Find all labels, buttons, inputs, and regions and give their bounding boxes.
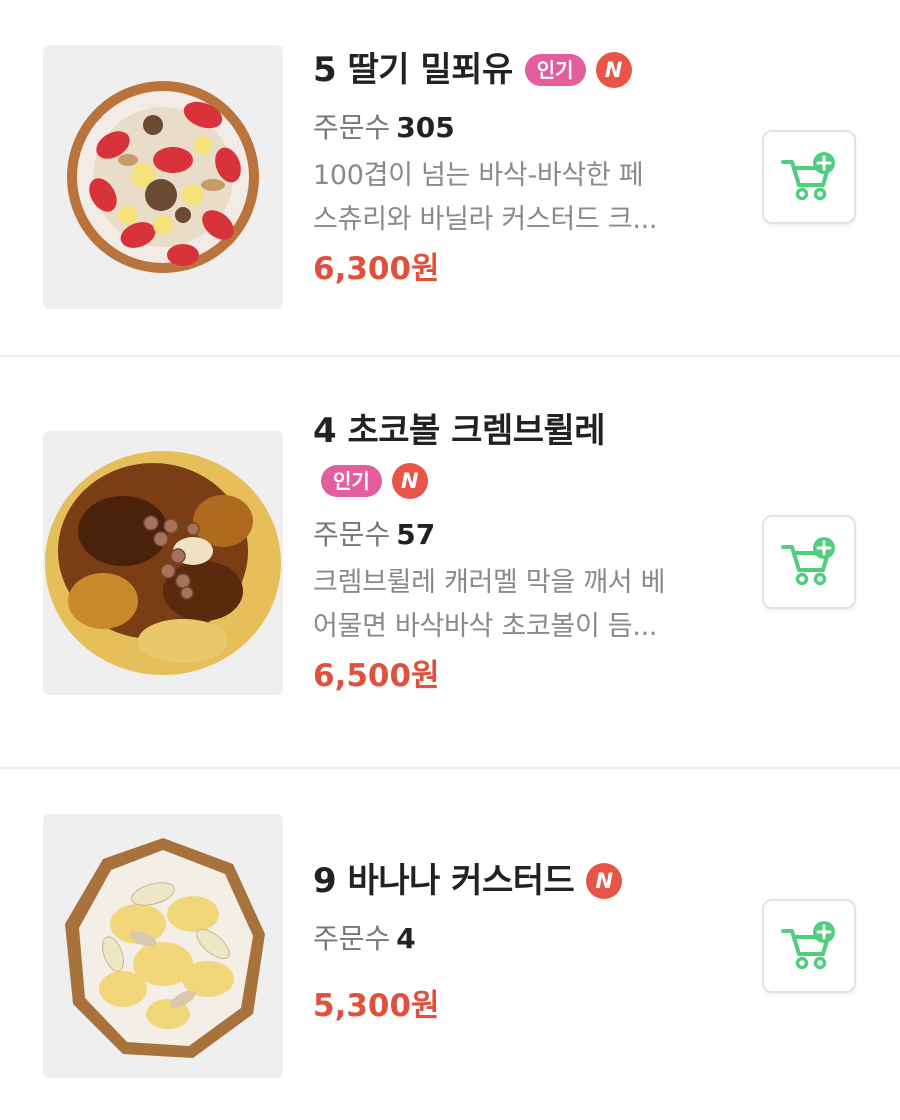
order-count-row: 주문수 57 [313,511,733,559]
menu-item-image[interactable] [43,45,283,309]
add-to-cart-button[interactable] [762,515,856,609]
menu-item-description: 100겹이 넘는 바삭-바삭한 페 스츄리와 바닐라 커스터드 크... [313,154,713,242]
order-count-value: 305 [396,111,455,144]
description-line: 100겹이 넘는 바삭-바삭한 페 [313,160,644,191]
menu-item[interactable]: 9 바나나 커스터드 N 주문수 4 5,300원 [0,769,900,1120]
menu-item-description: 크렘브륄레 캐러멜 막을 깨서 베 어물면 바삭바삭 초코볼이 듬... [313,561,713,649]
badge-group: 인기 N [524,52,632,88]
order-count-value: 4 [396,922,416,955]
menu-item[interactable]: 4 초코볼 크렘브륄레 인기 N 주문수 57 크렘브륄레 캐러멜 막을 깨서 베… [0,357,900,768]
description-line: 크렘브륄레 캐러멜 막을 깨서 베 [313,567,666,598]
order-count-label: 주문수 [313,111,391,144]
popular-badge: 인기 [524,54,586,86]
menu-item-title[interactable]: 4 초코볼 크렘브륄레 [313,405,606,457]
menu-item-info: 5 딸기 밀푀유 인기 N 주문수 305 100겹이 넘는 바삭-바삭한 페 스… [313,44,733,294]
title-row: 5 딸기 밀푀유 인기 N [313,44,733,96]
popular-badge: 인기 [321,465,382,497]
cart-add-icon [781,921,835,970]
menu-item-info: 9 바나나 커스터드 N 주문수 4 5,300원 [313,855,733,1031]
menu-item-title[interactable]: 9 바나나 커스터드 [313,855,575,907]
menu-item-image[interactable] [43,814,283,1078]
order-count-row: 주문수 4 [313,915,733,963]
order-count-label: 주문수 [313,922,391,955]
new-badge: N [586,863,623,899]
cart-add-icon [781,537,835,586]
strawberry-millefeuille-photo [43,45,283,309]
menu-item-price: 6,500원 [313,658,440,694]
new-badge: N [595,52,632,88]
banana-custard-photo [43,814,283,1078]
add-to-cart-button[interactable] [762,130,856,224]
order-count-value: 57 [396,518,436,551]
badge-group: N [576,863,623,899]
menu-item-price: 5,300원 [313,988,440,1024]
badge-group: 인기 N [321,459,733,503]
description-line: 어물면 바삭바삭 초코볼이 듬... [313,611,658,642]
menu-list: 5 딸기 밀푀유 인기 N 주문수 305 100겹이 넘는 바삭-바삭한 페 스… [0,0,900,1120]
menu-item-price: 6,300원 [313,251,440,287]
order-count-row: 주문수 305 [313,104,733,152]
new-badge: N [391,463,428,499]
title-row: 9 바나나 커스터드 N [313,855,733,907]
cart-add-icon [781,152,835,201]
menu-item-info: 4 초코볼 크렘브륄레 인기 N 주문수 57 크렘브륄레 캐러멜 막을 깨서 베… [313,405,733,701]
add-to-cart-button[interactable] [762,899,856,993]
description-line: 스츄리와 바닐라 커스터드 크... [313,204,658,235]
menu-item-image[interactable] [43,431,283,695]
title-row: 4 초코볼 크렘브륄레 [313,405,733,457]
chocoball-creme-brulee-photo [43,431,283,695]
order-count-label: 주문수 [313,518,391,551]
menu-item[interactable]: 5 딸기 밀푀유 인기 N 주문수 305 100겹이 넘는 바삭-바삭한 페 스… [0,0,900,356]
menu-item-title[interactable]: 5 딸기 밀푀유 [313,44,513,96]
